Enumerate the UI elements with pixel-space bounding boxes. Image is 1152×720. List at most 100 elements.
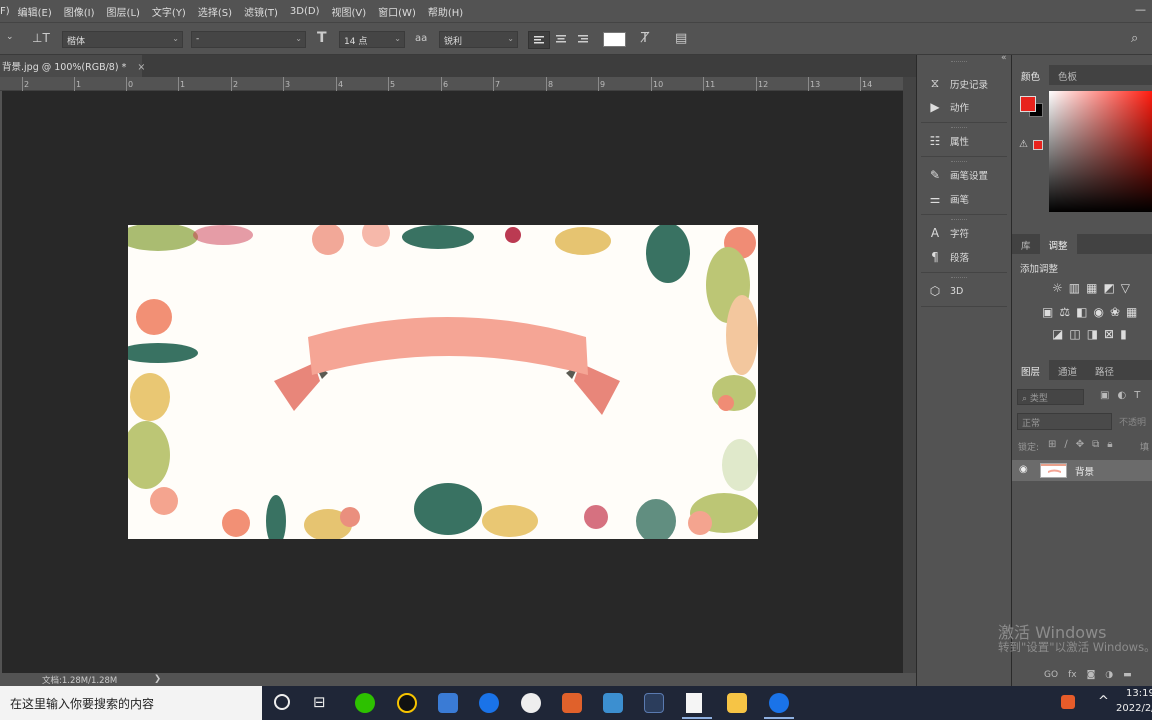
menu-filter[interactable]: 滤镜(T)	[238, 4, 284, 19]
browser-icon[interactable]	[479, 693, 499, 713]
dock-grip[interactable]	[951, 127, 967, 128]
dock-item-paragraph[interactable]: ¶ 段落	[927, 250, 969, 264]
photo-app-icon[interactable]	[603, 693, 623, 713]
tray-app-icon[interactable]	[1061, 695, 1075, 709]
cortana-icon[interactable]	[274, 694, 290, 710]
dock-item-brush[interactable]: ⚌ 画笔	[927, 192, 969, 206]
qq-icon[interactable]	[397, 693, 417, 713]
dock-item-3d[interactable]: ⬡ 3D	[927, 284, 964, 298]
menu-select[interactable]: 选择(S)	[192, 4, 238, 19]
adjustment-filter-icon[interactable]: ◐	[1117, 390, 1126, 401]
browser-2-icon[interactable]	[769, 693, 789, 713]
tab-adjustments[interactable]: 调整	[1039, 234, 1077, 254]
group-folder-icon[interactable]: ▬	[1123, 670, 1132, 680]
task-view-icon[interactable]: ⊟	[313, 693, 326, 711]
menu-view[interactable]: 视图(V)	[326, 4, 373, 19]
baidu-netdisk-icon[interactable]	[438, 693, 458, 713]
clock-time[interactable]: 13:19	[1126, 688, 1152, 699]
black-white-icon[interactable]: ◧	[1076, 305, 1087, 321]
layer-row[interactable]: ◉ 背景	[1012, 460, 1152, 481]
selective-color-icon[interactable]: ⊠	[1104, 327, 1114, 343]
notepad-icon[interactable]	[686, 693, 702, 713]
tab-color[interactable]: 颜色	[1012, 65, 1050, 85]
lock-image-icon[interactable]: ∕	[1064, 439, 1067, 450]
color-lookup-icon[interactable]: ▦	[1126, 305, 1137, 321]
dock-item-brush-settings[interactable]: ✎ 画笔设置	[927, 168, 988, 182]
minimize-button[interactable]: —	[1135, 3, 1146, 16]
menu-window[interactable]: 窗口(W)	[372, 4, 422, 19]
status-menu-arrow-icon[interactable]: ❯	[154, 674, 161, 684]
invert-icon[interactable]: ◪	[1052, 327, 1063, 343]
wechat-icon[interactable]	[355, 693, 375, 713]
mask-icon[interactable]: ◙	[1087, 670, 1096, 680]
photo-filter-icon[interactable]: ◉	[1093, 305, 1103, 321]
text-color-swatch[interactable]	[603, 32, 626, 47]
menu-help[interactable]: 帮助(H)	[422, 4, 469, 19]
channel-mixer-icon[interactable]: ❀	[1110, 305, 1120, 321]
layer-filter-select[interactable]: ⌕ 类型	[1017, 389, 1084, 405]
grammar-app-icon[interactable]	[562, 693, 582, 713]
tab-libraries[interactable]: 库	[1012, 234, 1040, 254]
panels-toggle-icon[interactable]: ▤	[675, 32, 687, 45]
dock-item-character[interactable]: A 字符	[927, 226, 969, 240]
clock-date[interactable]: 2022/2/	[1116, 703, 1152, 714]
menu-image[interactable]: 图像(I)	[58, 4, 101, 19]
font-size-select[interactable]: 14 点 ⌄	[339, 31, 405, 48]
dock-item-history[interactable]: ⧖ 历史记录	[927, 76, 988, 91]
menu-type[interactable]: 文字(Y)	[146, 4, 192, 19]
close-icon[interactable]: ×	[137, 62, 145, 73]
lock-artboard-icon[interactable]: ⧉	[1092, 439, 1099, 450]
menu-file[interactable]: F)	[0, 6, 12, 17]
tool-preset-arrow-icon[interactable]: ⌄	[6, 33, 14, 42]
tray-chevron-icon[interactable]: ^	[1098, 694, 1109, 709]
tab-paths[interactable]: 路径	[1086, 360, 1123, 380]
exposure-icon[interactable]: ◩	[1103, 281, 1114, 297]
align-center-button[interactable]	[551, 31, 571, 49]
gradient-map-icon[interactable]: ▮	[1120, 327, 1127, 343]
tab-swatches[interactable]: 色板	[1049, 65, 1086, 85]
search-icon[interactable]: ⌕	[1131, 32, 1138, 45]
lock-position-icon[interactable]: ✥	[1076, 439, 1084, 450]
file-explorer-icon[interactable]	[727, 693, 747, 713]
align-right-button[interactable]	[573, 31, 593, 49]
tab-channels[interactable]: 通道	[1049, 360, 1086, 380]
dock-grip[interactable]	[951, 219, 967, 220]
type-filter-icon[interactable]: T	[1134, 390, 1140, 401]
dock-grip[interactable]	[951, 277, 967, 278]
tab-layers[interactable]: 图层	[1012, 360, 1050, 380]
warp-text-icon[interactable]: Ⱦ	[641, 32, 649, 45]
color-picker-field[interactable]	[1049, 91, 1152, 212]
gamut-color-chip[interactable]	[1033, 140, 1043, 150]
visibility-eye-icon[interactable]: ◉	[1019, 464, 1028, 475]
taskbar-search-box[interactable]: 在这里输入你要搜索的内容	[0, 686, 262, 720]
vibrance-icon[interactable]: ▽	[1121, 281, 1130, 297]
link-layers-icon[interactable]: GO	[1044, 670, 1058, 680]
lock-transparent-icon[interactable]: ⊞	[1048, 439, 1056, 450]
text-orientation-icon[interactable]: ⊥T	[32, 32, 50, 44]
dock-item-properties[interactable]: ☷ 属性	[927, 134, 969, 148]
vertical-scrollbar[interactable]	[903, 77, 916, 673]
levels-icon[interactable]: ▥	[1069, 281, 1080, 297]
collapse-dock-icon[interactable]: «	[1001, 53, 1007, 63]
brightness-icon[interactable]: ☼	[1052, 281, 1063, 297]
threshold-icon[interactable]: ◨	[1087, 327, 1098, 343]
menu-3d[interactable]: 3D(D)	[284, 6, 326, 17]
curves-icon[interactable]: ▦	[1086, 281, 1097, 297]
foreground-color-swatch[interactable]	[1020, 96, 1036, 112]
antialias-select[interactable]: 锐利 ⌄	[439, 31, 518, 48]
hue-saturation-icon[interactable]: ▣	[1042, 305, 1053, 321]
dock-grip[interactable]	[951, 161, 967, 162]
pixel-filter-icon[interactable]: ▣	[1100, 390, 1109, 401]
document-image[interactable]	[128, 225, 758, 539]
dock-grip[interactable]	[951, 61, 967, 62]
photoshop-taskbar-icon[interactable]	[644, 693, 664, 713]
color-balance-icon[interactable]: ⚖	[1059, 305, 1070, 321]
document-tab[interactable]: 背景.jpg @ 100%(RGB/8) * ×	[0, 55, 145, 77]
posterize-icon[interactable]: ◫	[1069, 327, 1080, 343]
menu-layer[interactable]: 图层(L)	[101, 4, 146, 19]
fx-icon[interactable]: fx	[1068, 670, 1077, 680]
adjustment-layer-icon[interactable]: ◑	[1105, 670, 1113, 680]
font-style-select[interactable]: - ⌄	[191, 31, 306, 48]
menu-edit[interactable]: 编辑(E)	[12, 4, 58, 19]
lock-all-icon[interactable]: 🔒︎	[1107, 439, 1112, 450]
